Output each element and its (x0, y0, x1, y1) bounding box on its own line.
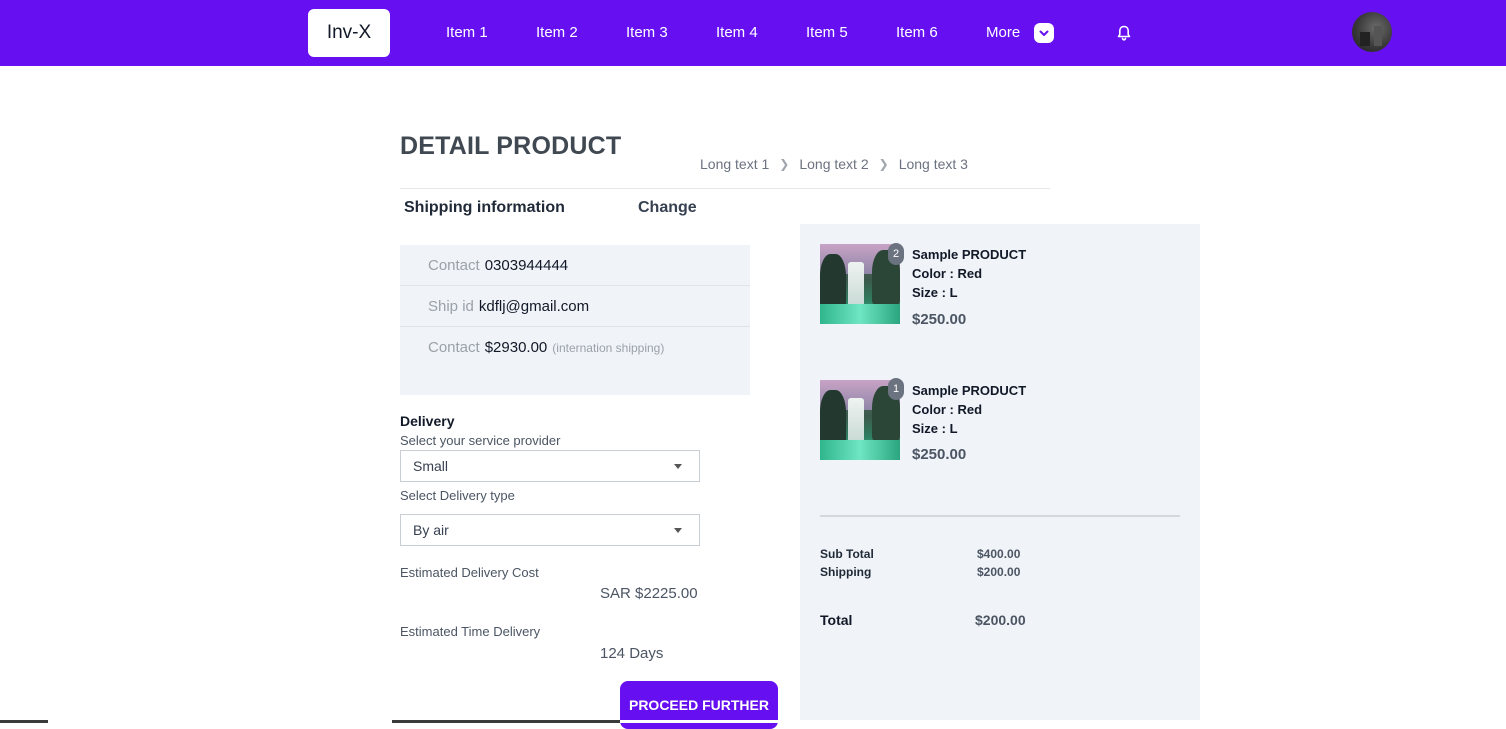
quantity-badge: 2 (888, 243, 904, 265)
info-note: (internation shipping) (552, 340, 665, 355)
info-row-shipping-cost: Contact $2930.00 (internation shipping) (400, 327, 750, 368)
shipping-value: $200.00 (977, 565, 1021, 579)
caret-down-icon (674, 528, 682, 533)
nav-item-3[interactable]: Item 3 (626, 24, 668, 42)
shipping-label: Shipping (820, 565, 872, 579)
divider (820, 515, 1180, 517)
delivery-time-value: 124 Days (600, 645, 664, 662)
nav-item-5[interactable]: Item 5 (806, 24, 848, 42)
nav-item-6[interactable]: Item 6 (896, 24, 938, 42)
nav-item-2[interactable]: Item 2 (536, 24, 578, 42)
delivery-cost-value: SAR $2225.00 (600, 585, 698, 602)
nav-item-4[interactable]: Item 4 (716, 24, 758, 42)
change-button[interactable]: Change (638, 199, 697, 217)
product-name[interactable]: Sample PRODUCT (912, 381, 1026, 401)
app-logo[interactable]: Inv-X (308, 9, 390, 57)
delivery-cost-label: Estimated Delivery Cost (400, 565, 539, 580)
product-color: Color : Red (912, 266, 983, 281)
provider-select-value: Small (413, 458, 449, 474)
product-name[interactable]: Sample PRODUCT (912, 245, 1026, 265)
delivery-type-select[interactable]: By air (400, 514, 700, 546)
provider-select[interactable]: Small (400, 450, 700, 482)
shipping-info-box: Contact 0303944444 Ship id kdflj@gmail.c… (400, 245, 750, 395)
provider-label: Select your service provider (400, 433, 561, 448)
info-row-ship-id: Ship id kdflj@gmail.com (400, 286, 750, 327)
page-title: DETAIL PRODUCT (400, 132, 622, 160)
breadcrumb-item[interactable]: Long text 2 (799, 156, 868, 172)
bell-icon[interactable] (1115, 24, 1133, 42)
divider (400, 188, 1050, 189)
quantity-badge: 1 (888, 378, 904, 400)
info-label: Contact (428, 339, 480, 356)
product-size: Size : L (912, 285, 958, 300)
info-value: kdflj@gmail.com (478, 297, 590, 315)
chevron-down-icon[interactable] (1034, 23, 1054, 43)
info-label: Ship id (428, 297, 474, 315)
chevron-right-icon: ❯ (878, 157, 889, 171)
breadcrumb: Long text 1 ❯ Long text 2 ❯ Long text 3 (700, 156, 968, 172)
subtotal-value: $400.00 (977, 547, 1021, 561)
avatar[interactable] (1352, 12, 1392, 52)
delivery-type-select-value: By air (413, 522, 449, 538)
product-price: $250.00 (912, 446, 967, 463)
subtotal-label: Sub Total (820, 547, 874, 561)
nav-item-1[interactable]: Item 1 (446, 24, 488, 42)
info-row-contact: Contact 0303944444 (400, 245, 750, 286)
info-value: $2930.00 (484, 339, 548, 356)
chevron-right-icon: ❯ (779, 157, 790, 171)
product-size: Size : L (912, 421, 958, 436)
product-color: Color : Red (912, 402, 983, 417)
top-navbar: Inv-X Item 1 Item 2 Item 3 Item 4 Item 5… (0, 0, 1506, 66)
info-value: 0303944444 (484, 256, 569, 274)
breadcrumb-item[interactable]: Long text 3 (899, 156, 968, 172)
delivery-type-label: Select Delivery type (400, 488, 515, 503)
product-price: $250.00 (912, 311, 967, 328)
total-label: Total (820, 612, 853, 628)
nav-item-more[interactable]: More (986, 24, 1020, 42)
total-value: $200.00 (975, 612, 1026, 628)
info-label: Contact (428, 256, 480, 274)
caret-down-icon (674, 464, 682, 469)
shipping-info-title: Shipping information (404, 199, 565, 216)
delivery-time-label: Estimated Time Delivery (400, 624, 541, 639)
breadcrumb-item[interactable]: Long text 1 (700, 156, 769, 172)
delivery-heading: Delivery (400, 413, 455, 429)
